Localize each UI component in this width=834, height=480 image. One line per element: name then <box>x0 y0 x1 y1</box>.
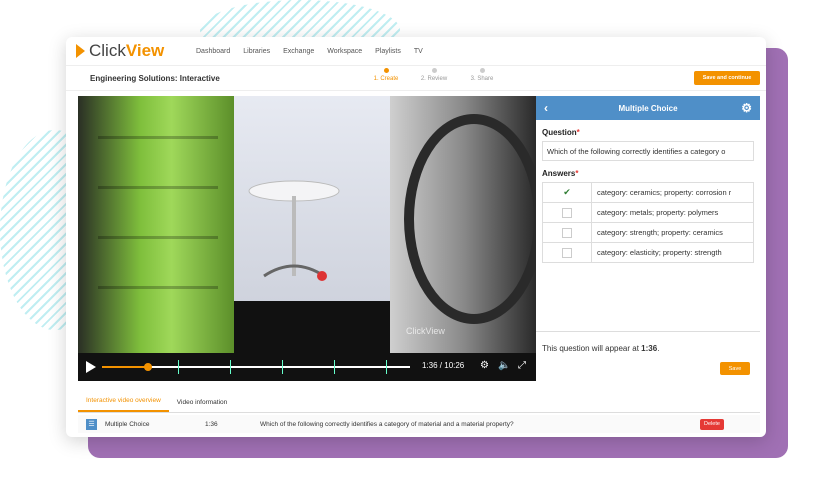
required-mark: * <box>575 169 579 178</box>
nav-workspace[interactable]: Workspace <box>327 48 362 55</box>
gear-icon[interactable]: ⚙ <box>741 101 752 115</box>
top-navigation: Click View Dashboard Libraries Exchange W… <box>66 37 766 66</box>
page-title: Engineering Solutions: Interactive <box>90 73 220 83</box>
nav-playlists[interactable]: Playlists <box>375 48 401 55</box>
checkbox-icon <box>562 207 572 218</box>
answer-row: category: metals; property: polymers <box>543 203 753 223</box>
fullscreen-icon[interactable]: ⤢ <box>518 360 526 371</box>
play-logo-icon <box>76 44 85 58</box>
bottom-tabs: Interactive video overview Video informa… <box>78 390 760 413</box>
step-label: 3. Share <box>470 76 494 82</box>
answer-input[interactable]: category: metals; property: polymers <box>592 208 718 217</box>
checkmark-icon: ✔ <box>563 187 571 197</box>
nav-libraries[interactable]: Libraries <box>243 48 270 55</box>
correct-answer-toggle[interactable] <box>543 243 592 262</box>
question-editor-panel: ‹ Multiple Choice ⚙ Question* Which of t… <box>536 96 760 381</box>
play-icon[interactable] <box>86 361 96 373</box>
question-marker[interactable] <box>230 360 231 374</box>
step-dot <box>383 68 389 73</box>
video-frame-machine <box>78 96 234 353</box>
correct-answer-toggle[interactable] <box>543 203 592 222</box>
video-controls: 1:36 / 10:26 ⚙ 🔈 ⤢ <box>78 353 536 381</box>
item-question: Which of the following correctly identif… <box>260 420 514 428</box>
delete-button[interactable]: Delete <box>700 418 724 430</box>
question-marker[interactable] <box>282 360 283 374</box>
answer-row: ✔ category: ceramics; property: corrosio… <box>543 183 753 203</box>
question-marker[interactable] <box>334 360 335 374</box>
answer-input[interactable]: category: strength; property: ceramics <box>592 228 723 237</box>
logo-text-left: Click <box>89 41 126 60</box>
seek-progress <box>102 366 149 368</box>
question-input[interactable]: Which of the following correctly identif… <box>542 141 754 161</box>
item-type: Multiple Choice <box>105 420 150 428</box>
video-frame-wheelchair <box>390 96 536 353</box>
answer-row: category: elasticity; property: strength <box>543 243 753 262</box>
machine-detail <box>98 186 218 189</box>
machine-detail <box>98 286 218 289</box>
answer-input[interactable]: category: ceramics; property: corrosion … <box>592 188 731 197</box>
list-icon: ☰ <box>86 418 97 430</box>
checkbox-icon <box>562 247 572 258</box>
question-label: Question* <box>542 128 760 137</box>
nav-tv[interactable]: TV <box>414 48 423 55</box>
correct-answer-toggle[interactable]: ✔ <box>543 183 592 202</box>
step-create[interactable]: 1. Create <box>362 68 410 82</box>
machine-detail <box>98 136 218 139</box>
monitor-silhouette <box>234 301 390 353</box>
panel-title: Multiple Choice <box>618 103 678 113</box>
step-dot <box>479 68 485 73</box>
appear-time-stepper[interactable]: 1:36 <box>641 344 657 353</box>
step-share[interactable]: 3. Share <box>458 68 506 82</box>
seek-handle[interactable] <box>144 363 153 371</box>
step-review[interactable]: 2. Review <box>410 68 458 82</box>
settings-icon[interactable]: ⚙ <box>480 360 489 371</box>
answer-input[interactable]: category: elasticity; property: strength <box>592 248 722 257</box>
save-button[interactable]: Save <box>720 362 750 375</box>
tab-interactive-video-overview[interactable]: Interactive video overview <box>78 397 169 412</box>
video-frame-product <box>234 96 390 353</box>
question-marker[interactable] <box>178 360 179 374</box>
answers-label: Answers* <box>542 169 760 178</box>
seek-bar[interactable] <box>102 360 410 374</box>
answers-list: ✔ category: ceramics; property: corrosio… <box>542 182 754 263</box>
clickview-logo[interactable]: Click View <box>76 41 196 61</box>
step-dot <box>431 68 437 73</box>
time-display: 1:36 / 10:26 <box>422 361 465 370</box>
video-watermark: ClickView <box>406 326 445 336</box>
appear-time-text: This question will appear at 1:36. <box>542 344 660 353</box>
item-time: 1:36 <box>205 420 218 428</box>
required-mark: * <box>576 128 580 137</box>
wheel-illustration <box>404 114 536 324</box>
volume-icon[interactable]: 🔈 <box>498 360 510 371</box>
panel-header: ‹ Multiple Choice ⚙ <box>536 96 760 120</box>
question-label-text: Question <box>542 128 577 137</box>
nav-dashboard[interactable]: Dashboard <box>196 48 230 55</box>
project-bar: Engineering Solutions: Interactive 1. Cr… <box>66 66 766 91</box>
tab-video-information[interactable]: Video information <box>169 399 235 412</box>
machine-detail <box>98 236 218 239</box>
answers-label-text: Answers <box>542 169 576 178</box>
wizard-steps: 1. Create 2. Review 3. Share <box>362 68 506 82</box>
appear-text: This question will appear at <box>542 344 642 353</box>
step-label: 1. Create <box>373 76 399 82</box>
nav-exchange[interactable]: Exchange <box>283 48 314 55</box>
product-illustration <box>248 180 340 281</box>
chevron-left-icon[interactable]: ‹ <box>544 101 548 115</box>
checkbox-icon <box>562 227 572 238</box>
step-label: 2. Review <box>420 76 448 82</box>
video-player[interactable]: ClickView 1:36 / 10:26 ⚙ 🔈 ⤢ <box>78 96 536 381</box>
logo-text-right: View <box>125 41 165 60</box>
answer-row: category: strength; property: ceramics <box>543 223 753 243</box>
list-item[interactable]: ☰ Multiple Choice 1:36 Which of the foll… <box>78 415 760 433</box>
correct-answer-toggle[interactable] <box>543 223 592 242</box>
app-window: Click View Dashboard Libraries Exchange W… <box>66 37 766 437</box>
question-marker[interactable] <box>386 360 387 374</box>
save-and-continue-button[interactable]: Save and continue <box>694 71 760 85</box>
panel-divider <box>536 331 760 332</box>
